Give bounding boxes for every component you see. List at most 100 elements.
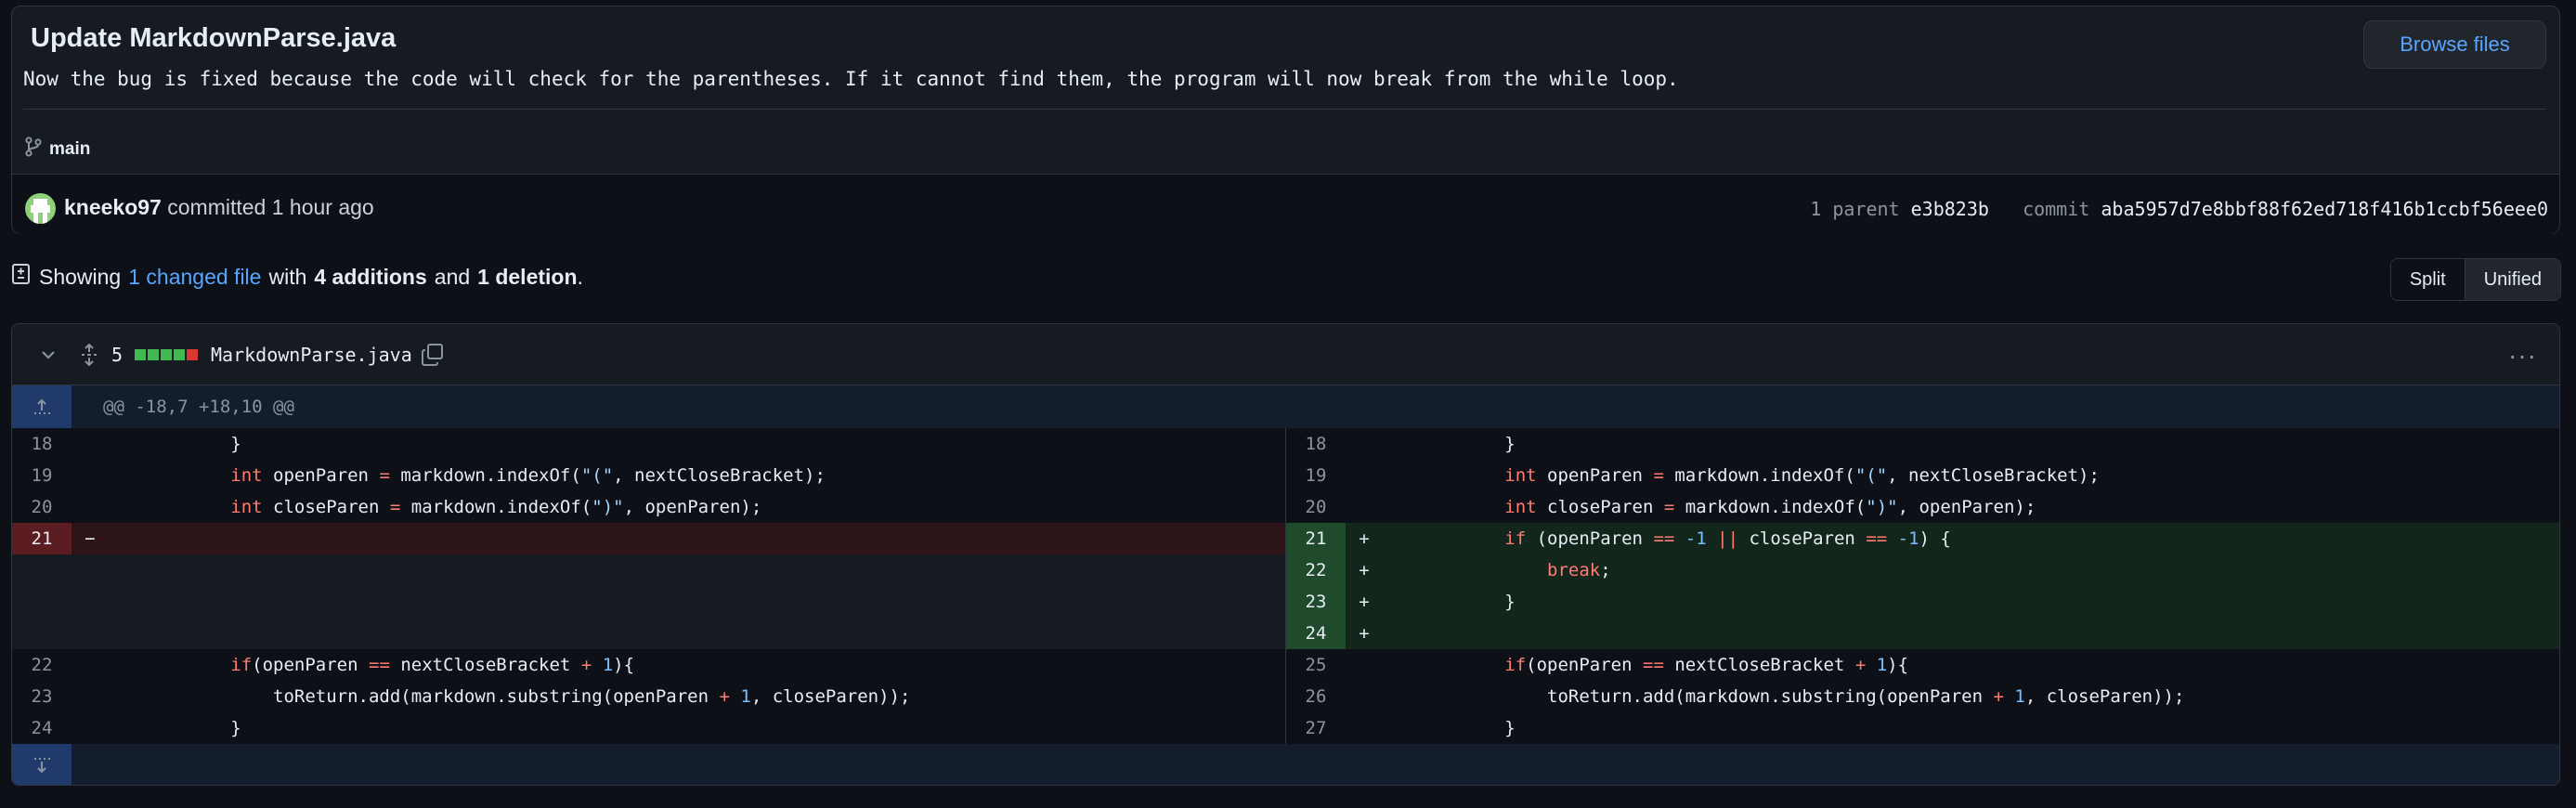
diff-summary: Showing 1 changed file with 4 additions … [11,263,583,291]
change-count: 5 [111,344,124,366]
added-row: 24 + [1286,618,2559,649]
browse-files-button[interactable]: Browse files [2363,20,2546,69]
avatar[interactable] [25,193,56,224]
right-row: 18 } [1286,428,2559,460]
diffstat-bar [135,324,198,385]
chevron-down-icon[interactable] [40,324,57,385]
summary-showing: Showing [39,264,122,289]
file-name[interactable]: MarkdownParse.java [211,324,412,385]
line-number[interactable]: 19 [12,460,72,491]
added-row: 21 + if (openParen == -1 || closeParen =… [1286,523,2559,554]
branch-link[interactable]: main [25,137,90,163]
code-line: int openParen = markdown.indexOf("(", ne… [1504,465,2100,486]
kebab-menu-icon[interactable]: ··· [2508,341,2537,371]
line-number[interactable]: 24 [12,712,72,744]
author-line: kneeko97 committed 1 hour ago [64,195,374,220]
line-number[interactable]: 24 [1286,618,1346,649]
line-number[interactable]: 22 [1286,554,1346,586]
left-row: 18 } [12,428,1285,460]
addition-sign: + [1359,560,1370,580]
code-line: } [103,434,241,454]
copy-icon[interactable] [421,324,445,385]
split-view-button[interactable]: Split [2390,259,2465,300]
code-line: if(openParen == nextCloseBracket + 1){ [230,655,635,675]
right-row: 27 } [1286,712,2559,744]
line-number[interactable]: 23 [1286,586,1346,618]
line-number[interactable]: 22 [12,649,72,681]
file-diff-icon[interactable] [11,263,32,291]
commit-label: commit [2023,198,2090,220]
code-line: toReturn.add(markdown.substring(openPare… [103,686,911,707]
left-row: 19 int openParen = markdown.indexOf("(",… [12,460,1285,491]
unfold-icon[interactable] [79,324,99,385]
commit-header: Update MarkdownParse.java Now the bug is… [11,6,2560,234]
addition-sign: + [1359,623,1370,644]
line-number[interactable]: 20 [12,491,72,523]
right-row: 20 int closeParen = markdown.indexOf(")"… [1286,491,2559,523]
split-divider [1285,428,1286,785]
code-line: int openParen = markdown.indexOf("(", ne… [230,465,826,486]
commit-description: Now the bug is fixed because the code wi… [23,68,1679,90]
committed-time: committed 1 hour ago [167,195,374,219]
left-row: 23 toReturn.add(markdown.substring(openP… [12,681,1285,712]
author-row: kneeko97 committed 1 hour ago 1 parent e… [12,174,2559,234]
hunk-header: @@ -18,7 +18,10 @@ [12,385,2559,428]
deletion-sign: − [85,528,96,549]
left-row: 22 if(openParen == nextCloseBracket + 1)… [12,649,1285,681]
code-line: int closeParen = markdown.indexOf(")", o… [1504,497,2036,517]
line-number[interactable]: 23 [12,681,72,712]
code-line: break; [1547,560,1611,580]
addition-sign: + [1359,528,1370,549]
unified-view-button[interactable]: Unified [2465,259,2560,300]
deleted-row: 21 − [12,523,1285,554]
deletions-count: 1 deletion [477,264,578,289]
commit-sha: aba5957d7e8bbf88f62ed718f416b1ccbf56eee0 [2101,198,2548,220]
diff-view-toggle: Split Unified [2389,258,2561,301]
additions-count: 4 additions [314,264,427,289]
commit-title: Update MarkdownParse.java [31,23,397,53]
file-header: 5 MarkdownParse.java ··· [12,324,2559,385]
divider [23,109,2546,110]
branch-name: main [49,139,91,159]
line-number[interactable]: 21 [12,523,72,554]
right-row: 25 if(openParen == nextCloseBracket + 1)… [1286,649,2559,681]
git-branch-icon [25,137,42,163]
line-number[interactable]: 26 [1286,681,1346,712]
left-row: 20 int closeParen = markdown.indexOf(")"… [12,491,1285,523]
code-line: } [103,718,241,738]
hunk-header-text: @@ -18,7 +18,10 @@ [103,397,294,417]
code-line: toReturn.add(markdown.substring(openPare… [1377,686,2185,707]
added-row: 22 + break; [1286,554,2559,586]
line-number[interactable]: 20 [1286,491,1346,523]
empty-filler [12,554,1285,649]
code-line: } [1377,434,1516,454]
line-number[interactable]: 19 [1286,460,1346,491]
addition-sign: + [1359,592,1370,612]
right-row: 26 toReturn.add(markdown.substring(openP… [1286,681,2559,712]
commit-meta: 1 parent e3b823b commit aba5957d7e8bbf88… [1810,198,2548,220]
line-number[interactable]: 27 [1286,712,1346,744]
author-name[interactable]: kneeko97 [64,195,162,219]
code-line: } [1377,592,1516,612]
diff-file: 5 MarkdownParse.java ··· @@ -18,7 +18,10… [11,323,2560,786]
parent-sha[interactable]: e3b823b [1911,198,1989,220]
line-number[interactable]: 18 [1286,428,1346,460]
added-row: 23 + } [1286,586,2559,618]
changed-files-link[interactable]: 1 changed file [128,265,261,290]
summary-and: and [434,264,471,289]
code-line: int closeParen = markdown.indexOf(")", o… [230,497,762,517]
code-line: if (openParen == -1 || closeParen == -1)… [1504,528,1951,549]
expand-up-icon[interactable] [12,385,72,428]
right-row: 19 int openParen = markdown.indexOf("(",… [1286,460,2559,491]
expand-down-icon[interactable] [12,744,72,785]
left-row: 24 } [12,712,1285,744]
line-number[interactable]: 25 [1286,649,1346,681]
line-number[interactable]: 18 [12,428,72,460]
summary-period: . [577,264,583,289]
parent-label: 1 parent [1810,198,1900,220]
hunk-footer [12,744,2559,785]
code-line: } [1377,718,1516,738]
code-line: if(openParen == nextCloseBracket + 1){ [1504,655,1909,675]
line-number[interactable]: 21 [1286,523,1346,554]
summary-with: with [268,264,307,289]
